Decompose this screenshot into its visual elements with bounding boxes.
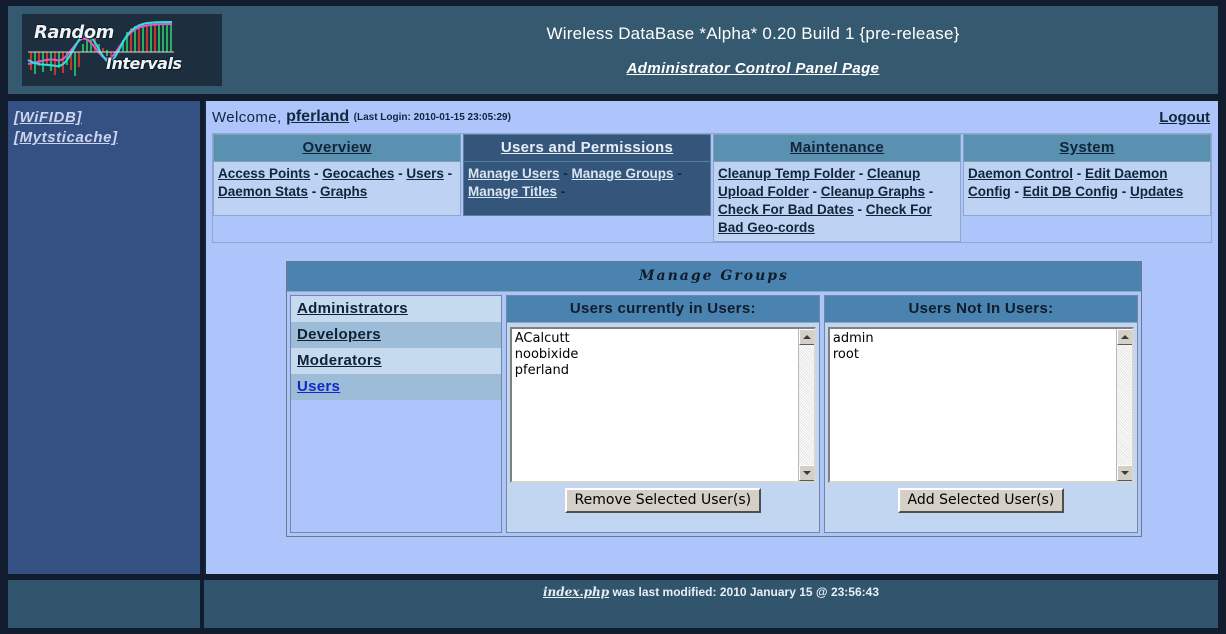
link-manage-groups[interactable]: Manage Groups [572, 166, 674, 181]
tab-system-links: Daemon Control - Edit Daemon Config - Ed… [963, 162, 1211, 216]
members-scrollbar[interactable] [797, 329, 814, 481]
page-footer: index.php was last modified: 2010 Januar… [204, 580, 1218, 628]
tab-users-and-permissions[interactable]: Users and Permissions Manage Users - Man… [463, 134, 713, 242]
non-members-items: admin root [830, 329, 1132, 363]
last-login-text: (Last Login: 2010-01-15 23:05:29) [353, 111, 511, 123]
app-title: Wireless DataBase *Alpha* 0.20 Build 1 {… [546, 23, 960, 43]
manage-groups-panel: Manage Groups Administrators Developers … [286, 261, 1142, 537]
members-listbox[interactable]: ACalcutt noobixide pferland [509, 327, 816, 483]
page-subtitle[interactable]: Administrator Control Panel Page [627, 60, 880, 77]
admin-control-panel-page: Random Intervals Wireless DataBase *Alph… [0, 0, 1226, 634]
link-graphs[interactable]: Graphs [320, 184, 367, 199]
non-members-scrollbar[interactable] [1116, 329, 1132, 481]
header-titles: Wireless DataBase *Alpha* 0.20 Build 1 {… [408, 6, 1218, 94]
logo-container: Random Intervals [8, 6, 408, 94]
scroll-up-icon[interactable] [798, 329, 814, 345]
panel-title: Manage Groups [287, 262, 1141, 292]
sidebar: [WiFIDB] [Mytsticache] [8, 101, 200, 574]
link-users[interactable]: Users [406, 166, 444, 181]
group-link-moderators[interactable]: Moderators [297, 352, 382, 369]
list-item[interactable]: ACalcutt [515, 331, 814, 347]
logout-link[interactable]: Logout [1159, 109, 1210, 126]
page-header: Random Intervals Wireless DataBase *Alph… [8, 6, 1218, 94]
tab-users-and-permissions-title[interactable]: Users and Permissions [463, 134, 711, 162]
scroll-up-icon[interactable] [1117, 329, 1132, 345]
non-members-listbox[interactable]: admin root [827, 327, 1134, 483]
link-manage-users[interactable]: Manage Users [468, 166, 560, 181]
link-access-points[interactable]: Access Points [218, 166, 310, 181]
group-link-users[interactable]: Users [297, 378, 340, 395]
random-intervals-logo: Random Intervals [22, 14, 222, 86]
link-geocaches[interactable]: Geocaches [322, 166, 394, 181]
group-row-administrators[interactable]: Administrators [291, 296, 501, 322]
link-cleanup-temp-folder[interactable]: Cleanup Temp Folder [718, 166, 855, 181]
group-row-moderators[interactable]: Moderators [291, 348, 501, 374]
tab-maintenance-links: Cleanup Temp Folder - Cleanup Upload Fol… [713, 162, 961, 242]
sidebar-link-mytsticache[interactable]: [Mytsticache] [14, 129, 200, 146]
logo-word-intervals: Intervals [106, 54, 182, 73]
remove-selected-users-button[interactable]: Remove Selected User(s) [564, 488, 762, 513]
sidebar-footer-panel [8, 580, 200, 628]
tab-maintenance[interactable]: Maintenance Cleanup Temp Folder - Cleanu… [713, 134, 963, 242]
members-items: ACalcutt noobixide pferland [512, 329, 814, 379]
group-row-users[interactable]: Users [291, 374, 501, 400]
groups-list: Administrators Developers Moderators Use… [290, 295, 502, 533]
non-members-column: Users Not In Users: admin root Add Selec… [823, 295, 1138, 533]
welcome-greeting: Welcome, [212, 108, 282, 126]
tab-overview-title[interactable]: Overview [213, 134, 461, 162]
tab-system[interactable]: System Daemon Control - Edit Daemon Conf… [963, 134, 1211, 242]
tab-maintenance-title[interactable]: Maintenance [713, 134, 961, 162]
members-column: Users currently in Users: ACalcutt noobi… [505, 295, 820, 533]
welcome-username[interactable]: pferland [286, 108, 349, 126]
main-content: Welcome, pferland (Last Login: 2010-01-1… [204, 101, 1218, 574]
tab-overview[interactable]: Overview Access Points - Geocaches - Use… [213, 134, 463, 242]
link-daemon-stats[interactable]: Daemon Stats [218, 184, 308, 199]
list-item[interactable]: noobixide [515, 347, 814, 363]
list-item[interactable]: admin [833, 331, 1132, 347]
panel-body: Administrators Developers Moderators Use… [287, 292, 1141, 536]
members-header: Users currently in Users: [506, 296, 819, 323]
non-members-button-row: Add Selected User(s) [825, 483, 1137, 532]
tab-overview-links: Access Points - Geocaches - Users - Daem… [213, 162, 461, 216]
list-item[interactable]: pferland [515, 363, 814, 379]
groups-list-spacer [291, 400, 501, 530]
link-daemon-control[interactable]: Daemon Control [968, 166, 1073, 181]
scroll-down-icon[interactable] [798, 465, 814, 481]
non-members-listbox-wrap: admin root [825, 323, 1137, 483]
members-button-row: Remove Selected User(s) [507, 483, 819, 532]
non-members-header: Users Not In Users: [824, 296, 1137, 323]
link-updates[interactable]: Updates [1130, 184, 1183, 199]
link-edit-db-config[interactable]: Edit DB Config [1023, 184, 1118, 199]
group-row-developers[interactable]: Developers [291, 322, 501, 348]
link-cleanup-graphs[interactable]: Cleanup Graphs [821, 184, 925, 199]
tab-users-and-permissions-links: Manage Users - Manage Groups - Manage Ti… [463, 162, 711, 216]
logo-word-random: Random [34, 22, 114, 43]
welcome-bar: Welcome, pferland (Last Login: 2010-01-1… [206, 101, 1218, 133]
tab-system-title[interactable]: System [963, 134, 1211, 162]
link-check-for-bad-dates[interactable]: Check For Bad Dates [718, 202, 854, 217]
members-listbox-wrap: ACalcutt noobixide pferland [507, 323, 819, 483]
link-manage-titles[interactable]: Manage Titles [468, 184, 557, 199]
scroll-down-icon[interactable] [1117, 465, 1132, 481]
nav-tabs: Overview Access Points - Geocaches - Use… [212, 133, 1212, 243]
footer-modified-text: was last modified: 2010 January 15 @ 23:… [609, 585, 879, 599]
group-link-administrators[interactable]: Administrators [297, 300, 408, 317]
footer-filename[interactable]: index.php [543, 585, 609, 599]
add-selected-users-button[interactable]: Add Selected User(s) [897, 488, 1065, 513]
group-link-developers[interactable]: Developers [297, 326, 381, 343]
sidebar-link-wifidb[interactable]: [WiFIDB] [14, 109, 200, 126]
list-item[interactable]: root [833, 347, 1132, 363]
